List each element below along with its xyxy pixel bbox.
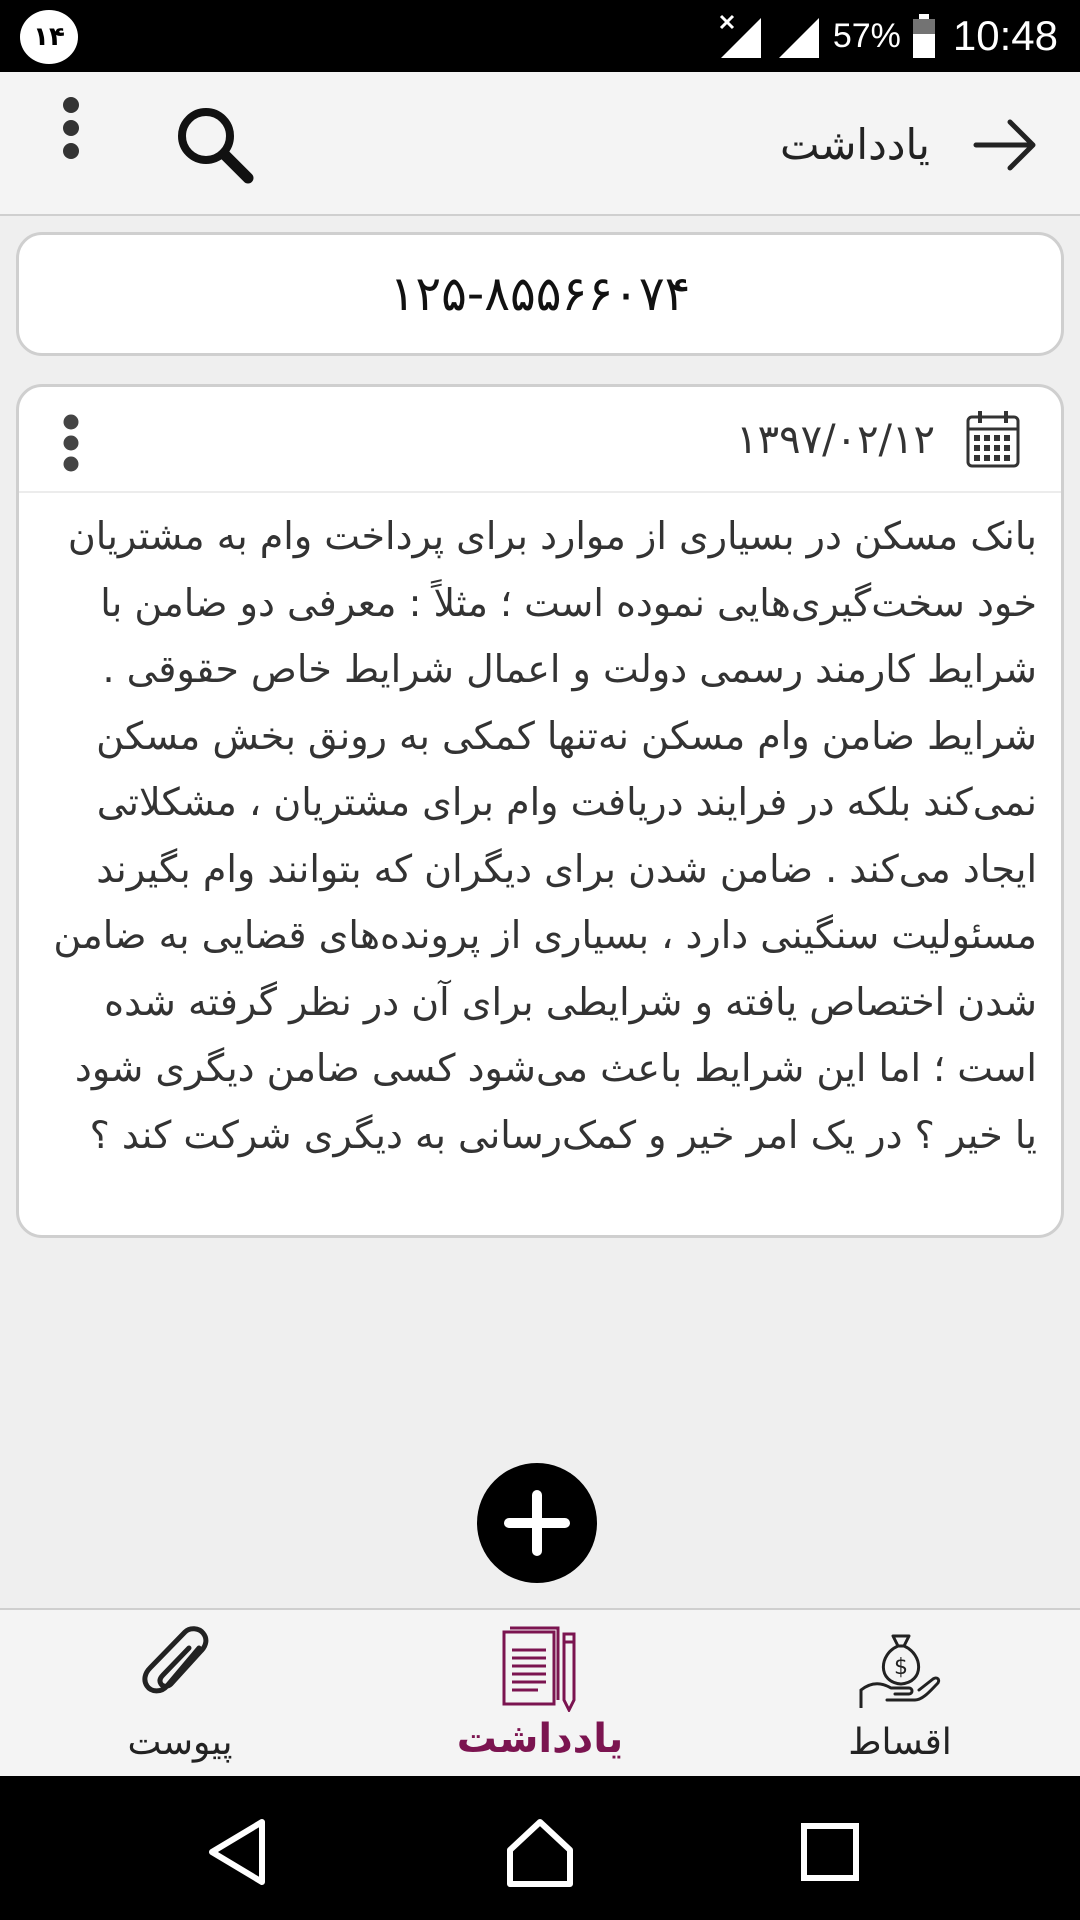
paperclip-icon	[142, 1626, 209, 1694]
phone-number-card[interactable]: ۱۲۵-۸۵۵۶۶۰۷۴	[16, 232, 1064, 356]
nav-item-attachment[interactable]: پیوست	[30, 1610, 330, 1778]
more-vert-icon[interactable]	[58, 96, 84, 160]
nav-label-notes: یادداشت	[456, 1716, 624, 1762]
note-body: بانک مسکن در بسیاری از موارد برای پرداخت…	[53, 514, 1037, 1157]
note-date: ۱۳۹۷/۰۲/۱۲	[736, 417, 935, 463]
calendar-icon	[966, 411, 1020, 468]
note-header: ۱۳۹۷/۰۲/۱۲	[19, 387, 1061, 493]
nav-item-notes[interactable]: یادداشت	[390, 1610, 690, 1778]
battery-percent: 57%	[832, 16, 901, 55]
recents-square-icon[interactable]	[790, 1812, 870, 1892]
add-note-button[interactable]	[477, 1463, 597, 1583]
more-vert-icon[interactable]	[59, 413, 83, 473]
arrow-right-icon[interactable]	[970, 110, 1040, 180]
nav-item-installments[interactable]: $ اقساط	[750, 1610, 1050, 1778]
home-icon[interactable]	[500, 1812, 580, 1892]
battery-icon	[912, 14, 935, 58]
search-icon[interactable]	[172, 102, 258, 188]
system-nav-bar	[0, 1776, 1080, 1920]
money-bag-hand-icon: $	[859, 1634, 941, 1708]
document-pencil-icon	[502, 1626, 576, 1712]
back-triangle-icon[interactable]	[200, 1812, 280, 1892]
signal-icon	[778, 18, 819, 58]
phone-number: ۱۲۵-۸۵۵۶۶۰۷۴	[389, 266, 691, 322]
note-card[interactable]: ۱۳۹۷/۰۲/۱۲ بانک مسکن در بسیاری از موارد …	[16, 384, 1064, 1238]
status-indicators: 57% 10:48	[717, 0, 1058, 72]
signal-no-data-icon	[719, 14, 761, 58]
bottom-nav: پیوست یادداشت $ اقساط	[0, 1608, 1080, 1776]
toolbar: یادداشت	[0, 72, 1080, 216]
clock: 10:48	[952, 12, 1058, 59]
page-title: یادداشت	[780, 119, 930, 169]
nav-label-attachment: پیوست	[127, 1722, 233, 1763]
status-bar: ۱۴ 57% 10:48	[0, 0, 1080, 72]
nav-label-installments: اقساط	[848, 1722, 952, 1763]
plus-icon	[504, 1490, 570, 1556]
svg-text:$: $	[894, 1655, 908, 1680]
notification-badge: ۱۴	[20, 10, 78, 64]
